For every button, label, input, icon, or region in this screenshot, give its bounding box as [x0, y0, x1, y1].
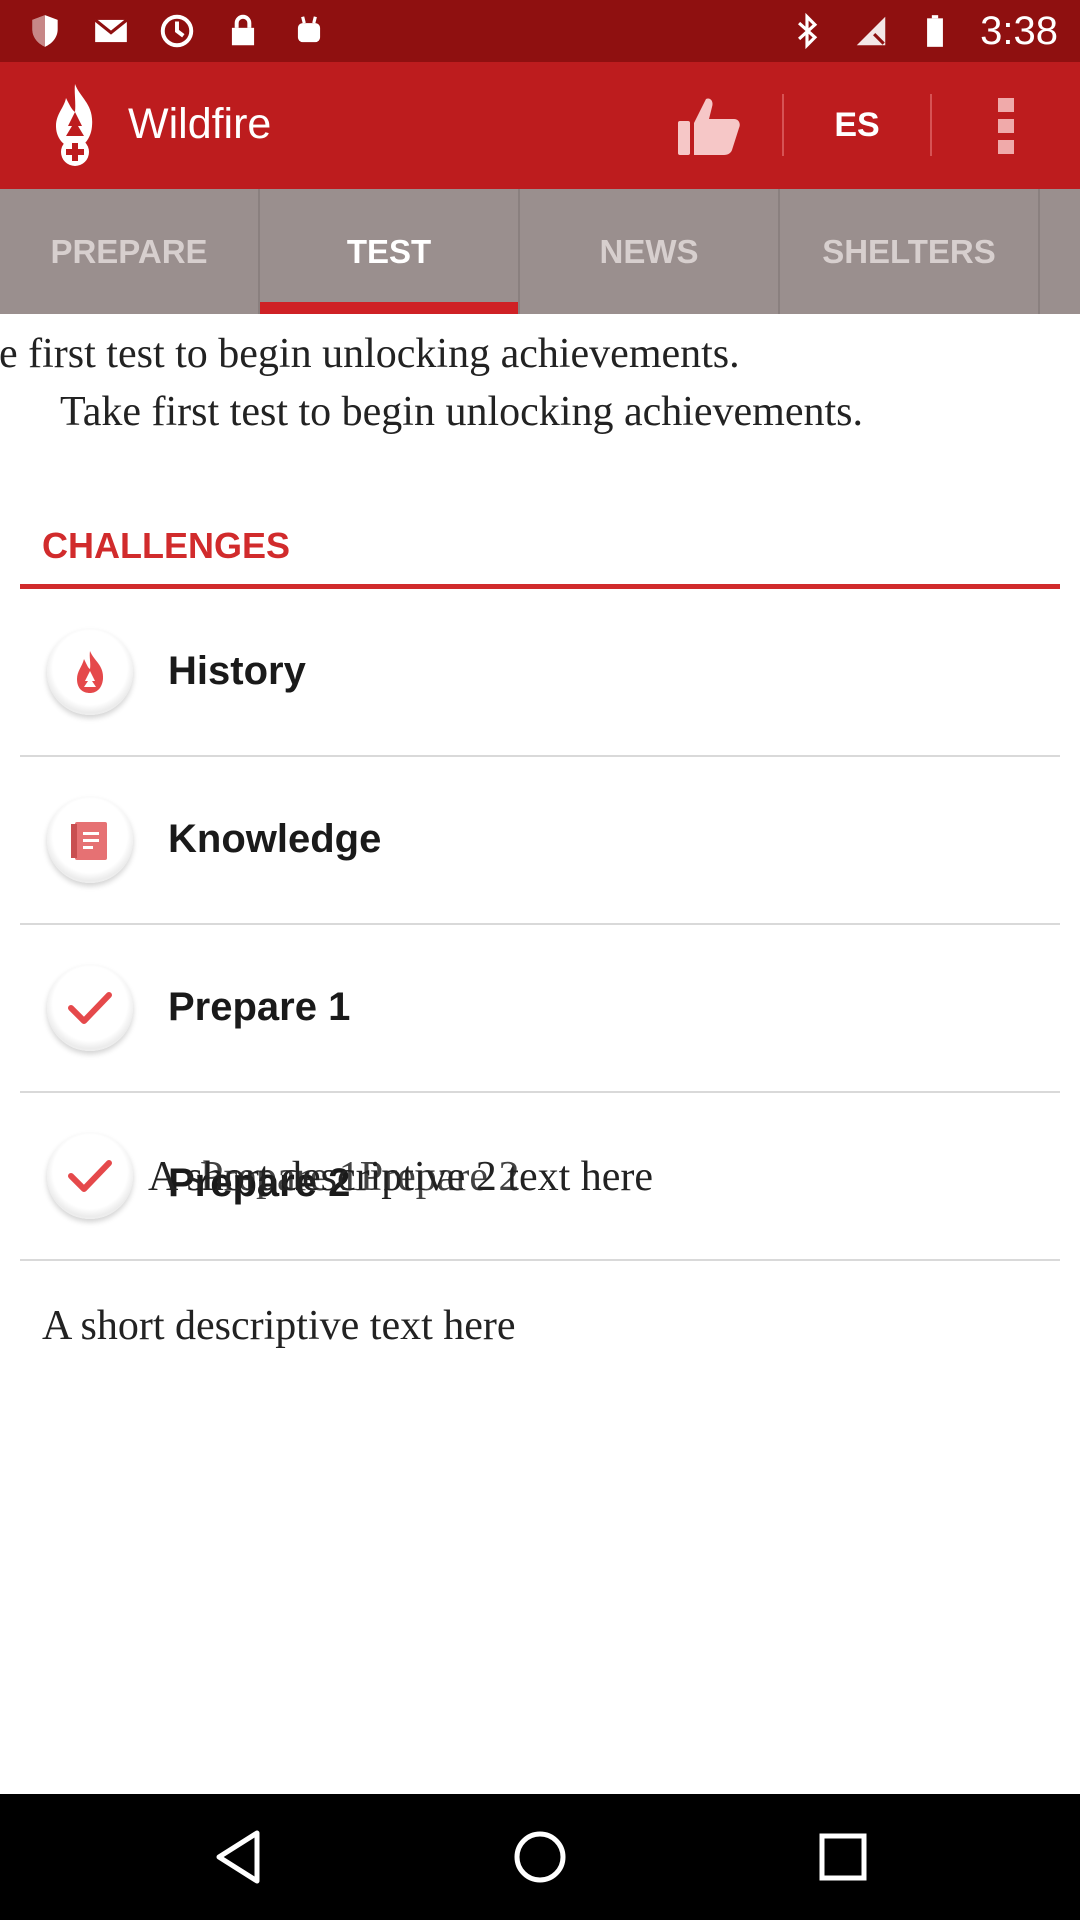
overflow-menu-button[interactable]: [932, 62, 1080, 189]
challenge-label: Prepare 1: [168, 985, 351, 1029]
challenges-heading: CHALLENGES: [42, 525, 291, 566]
challenge-badge: [47, 965, 133, 1051]
bluetooth-icon: [798, 12, 818, 50]
achievement-message: Take first test to begin unlocking achie…: [60, 389, 864, 435]
android-icon: [297, 16, 321, 43]
challenge-item-prepare-1[interactable]: Prepare 1: [20, 925, 1060, 1093]
home-button[interactable]: [505, 1822, 575, 1892]
tab-news[interactable]: NEWS: [520, 189, 778, 314]
recents-square-icon: [819, 1833, 867, 1881]
home-circle-icon: [514, 1831, 566, 1883]
item-divider: [20, 1259, 1060, 1261]
challenge-label: Knowledge: [168, 817, 382, 861]
achievement-message-clipped: ke first test to begin unlocking achieve…: [0, 331, 740, 377]
challenge-badge: [47, 1133, 133, 1219]
challenge-badge: [47, 797, 133, 883]
tab-prepare[interactable]: PREPARE: [0, 189, 258, 314]
recents-button[interactable]: [808, 1822, 878, 1892]
language-button[interactable]: ES: [784, 62, 930, 189]
flame-icon: [77, 651, 104, 693]
tab-bar: PREPARE TEST NEWS SHELTERS: [0, 189, 1080, 314]
challenge-badge: [47, 629, 133, 715]
book-icon: [71, 822, 107, 860]
wildfire-logo-icon: [56, 84, 93, 166]
app-bar: Wildfire ES: [0, 62, 1080, 189]
back-triangle-icon: [216, 1830, 260, 1884]
lock-icon: [231, 14, 255, 46]
checkmark-icon: [68, 1160, 112, 1192]
more-vert-icon: [998, 97, 1014, 154]
tab-test[interactable]: TEST: [260, 189, 518, 314]
tab-separator: [1038, 189, 1040, 314]
clock: 3:38: [980, 9, 1058, 53]
status-bar: 3:38: [0, 0, 1080, 62]
shield-icon: [32, 15, 58, 47]
sync-icon: [160, 14, 194, 48]
battery-icon: [927, 15, 944, 47]
checkmark-icon: [68, 992, 112, 1024]
tab-shelters[interactable]: SHELTERS: [780, 189, 1038, 314]
challenge-label: History: [168, 649, 306, 693]
back-button[interactable]: [203, 1822, 273, 1892]
thumbs-up-icon: [678, 97, 740, 155]
overlapping-label: Prepare 1Prepare 2: [200, 1154, 520, 1200]
no-sim-icon: [856, 16, 886, 46]
like-button[interactable]: [636, 62, 782, 189]
challenge-item-history[interactable]: History: [20, 589, 1060, 757]
challenge-item-knowledge[interactable]: Knowledge: [20, 757, 1060, 925]
navigation-bar: [0, 1794, 1080, 1920]
app-title: Wildfire: [128, 100, 272, 148]
challenge-description: A short descriptive text here: [42, 1303, 516, 1349]
mail-icon: [94, 18, 128, 43]
